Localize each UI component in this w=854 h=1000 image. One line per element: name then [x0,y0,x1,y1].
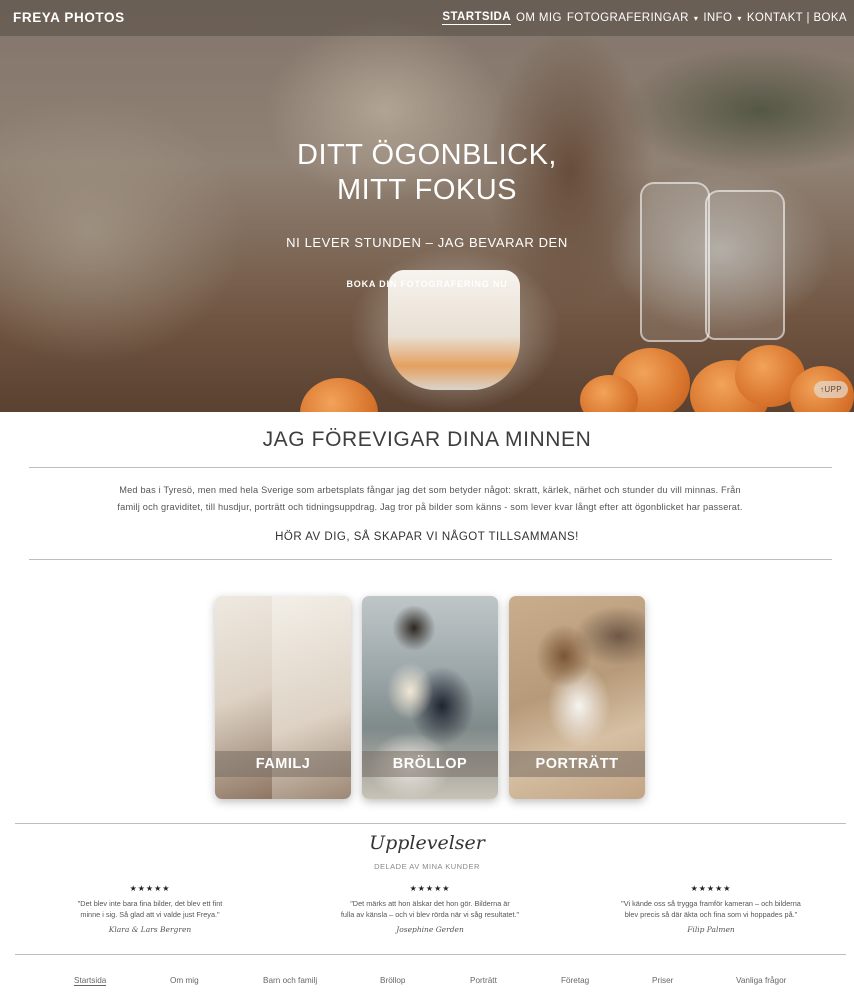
scroll-to-top-button[interactable]: ↑UPP [813,381,848,398]
category-card-brollop[interactable]: BRÖLLOP [362,596,498,799]
divider [29,467,832,468]
review-quote-line: blev precis så där äkta och fina som vi … [624,909,798,919]
category-card-portratt[interactable]: PORTRÄTT [509,596,645,799]
divider [15,954,846,955]
divider [29,559,832,560]
nav-item-info[interactable]: INFO [703,12,732,24]
footer-link-vanliga-fragor[interactable]: Vanliga frågor [736,976,786,985]
hero-image-orange [300,378,378,412]
nav-item-om-mig[interactable]: OM MIG [516,12,562,24]
footer-link-foretag[interactable]: Företag [561,976,589,985]
hero-title-line-2: MITT FOKUS [336,174,518,206]
review-quote-line: fulla av känsla – och vi blev rörda när … [340,909,520,919]
review-author: Josephine Gerden [396,925,464,934]
intro-paragraph-line-2: familj och graviditet, till husdjur, por… [117,502,743,512]
chevron-down-icon[interactable]: ▾ [737,14,741,23]
review-quote-line: "Det märks att hon älskar det hon gör. B… [350,899,510,908]
footer-link-barn-och-familj[interactable]: Barn och familj [263,976,317,985]
book-session-link[interactable]: BOKA DIN FOTOGRAFERING NU [0,279,854,289]
hero-subtitle: NI LEVER STUNDEN – JAG BEVARAR DEN [286,235,568,250]
footer-link-startsida[interactable]: Startsida [74,976,107,986]
nav-item-fotograferingar[interactable]: FOTOGRAFERINGAR [567,12,689,24]
review-quote: "Det blev inte bara fina bilder, det ble… [55,899,245,920]
footer-link-priser[interactable]: Priser [652,976,673,985]
star-rating-icon: ★★★★★ [129,884,171,893]
nav-item-kontakt-boka[interactable]: KONTAKT | BOKA [747,12,847,24]
category-card-familj[interactable]: FAMILJ [215,596,351,799]
nav-item-startsida[interactable]: STARTSIDA [442,11,511,25]
review-quote: "Vi kände oss så trygga framför kameran … [600,899,822,920]
chevron-down-icon[interactable]: ▾ [694,14,698,23]
hero-title-line-1: DITT ÖGONBLICK, [297,139,557,171]
footer-link-brollop[interactable]: Bröllop [380,976,406,985]
top-navigation-bar: FREYA PHOTOS STARTSIDA OM MIG FOTOGRAFER… [0,0,854,36]
reviews-subheading: DELADE AV MINA KUNDER [374,862,480,871]
hero-title: DITT ÖGONBLICK, MITT FOKUS [0,138,854,208]
review-author: Filip Palmen [687,925,735,934]
main-nav: STARTSIDA OM MIG FOTOGRAFERINGAR ▾ INFO ▾ … [442,11,847,25]
intro-heading: JAG FÖREVIGAR DINA MINNEN [262,428,592,451]
intro-paragraph-line-1: Med bas i Tyresö, men med hela Sverige s… [119,485,741,495]
intro-paragraph: Med bas i Tyresö, men med hela Sverige s… [80,482,780,516]
hero-image-pitcher [705,190,785,340]
footer-nav: Startsida Om mig Barn och familj Bröllop… [0,976,854,990]
footer-link-portratt[interactable]: Porträtt [470,976,497,985]
review-quote-line: "Vi kände oss så trygga framför kameran … [621,899,801,908]
review-quote-line: minne i sig. Så glad att vi valde just F… [80,909,220,919]
site-logo[interactable]: FREYA PHOTOS [13,10,125,25]
review-item: ★★★★★ "Det märks att hon älskar det hon … [320,884,540,934]
category-label: BRÖLLOP [362,751,498,777]
footer-link-om-mig[interactable]: Om mig [170,976,199,985]
hero-section: FREYA PHOTOS STARTSIDA OM MIG FOTOGRAFER… [0,0,854,412]
divider [15,823,846,824]
review-author: Klara & Lars Bergren [108,925,192,934]
review-item: ★★★★★ "Det blev inte bara fina bilder, d… [55,884,245,934]
star-rating-icon: ★★★★★ [409,884,451,893]
category-label: PORTRÄTT [509,751,645,777]
category-label: FAMILJ [215,751,351,777]
reviews-heading: Upplevelser [369,832,485,854]
contact-prompt: HÖR AV DIG, SÅ SKAPAR VI NÅGOT TILLSAMMA… [275,531,579,543]
review-item: ★★★★★ "Vi kände oss så trygga framför ka… [600,884,822,934]
review-quote-line: "Det blev inte bara fina bilder, det ble… [77,899,223,908]
review-quote: "Det märks att hon älskar det hon gör. B… [320,899,540,920]
star-rating-icon: ★★★★★ [690,884,732,893]
